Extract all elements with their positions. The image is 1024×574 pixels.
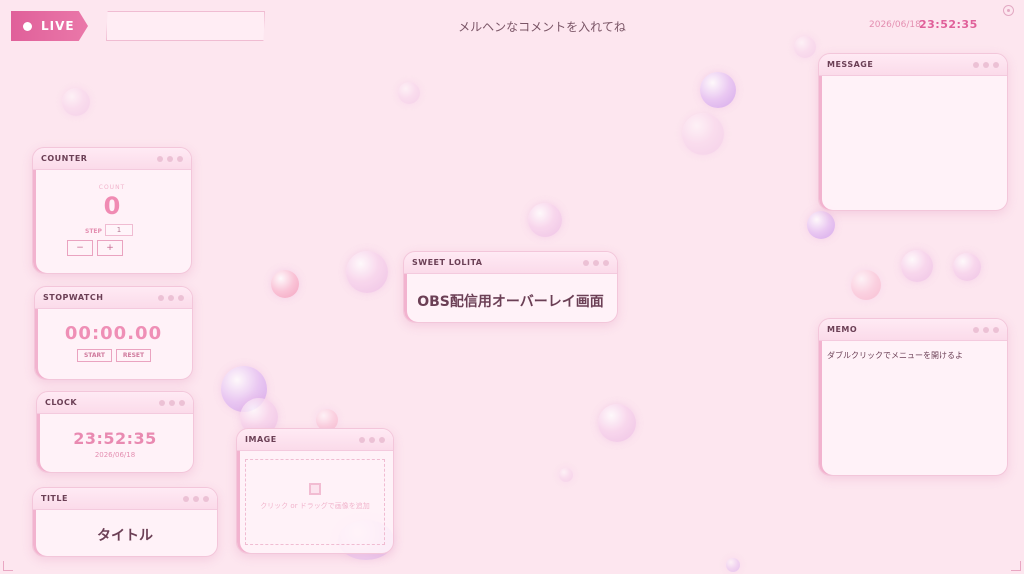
clock-date: 2026/06/18 [94, 451, 136, 459]
bubble [559, 468, 573, 482]
bubble [528, 203, 562, 237]
decrement-button[interactable]: − [67, 240, 93, 256]
bubble [62, 88, 90, 116]
bubble [598, 404, 636, 442]
image-icon [309, 483, 321, 495]
window-dots-icon[interactable] [583, 259, 609, 266]
window-dots-icon[interactable] [359, 436, 385, 443]
live-badge: LIVE [11, 11, 88, 41]
stopwatch-widget[interactable]: STOPWATCH 00:00.00 START RESET [34, 286, 193, 380]
image-titlebar[interactable]: IMAGE [237, 429, 393, 451]
ticker-bar[interactable] [106, 11, 265, 41]
memo-widget[interactable]: MEMO ダブルクリックでメニューを開けるよ [818, 318, 1008, 476]
bubble [700, 72, 736, 108]
count-label: COUNT [98, 184, 126, 191]
bubble [901, 250, 933, 282]
bubble [726, 558, 740, 572]
bubble [794, 36, 816, 58]
bubble [807, 211, 835, 239]
counter-widget[interactable]: COUNTER COUNT 0 STEP 1 − + [32, 147, 192, 274]
bubble [346, 251, 388, 293]
message-title: MESSAGE [827, 60, 874, 69]
message-body[interactable] [819, 76, 1007, 210]
message-titlebar[interactable]: MESSAGE [819, 54, 1007, 76]
sweet-lolita-text[interactable]: OBS配信用オーバーレイ画面 [404, 291, 617, 311]
sweet-lolita-widget[interactable]: SWEET LOLITA OBS配信用オーバーレイ画面 [403, 251, 618, 323]
step-label: STEP [85, 228, 102, 235]
title-widget-title: TITLE [41, 494, 68, 503]
count-value: 0 [103, 192, 121, 220]
live-dot-icon [23, 21, 32, 31]
reset-button[interactable]: RESET [116, 349, 151, 362]
stopwatch-title: STOPWATCH [43, 293, 104, 302]
corner-marker [3, 561, 13, 571]
bubble [953, 253, 981, 281]
window-dots-icon[interactable] [159, 399, 185, 406]
header-time: 23:52:35 [919, 18, 978, 31]
memo-title: MEMO [827, 325, 858, 334]
memo-text[interactable]: ダブルクリックでメニューを開けるよ [827, 350, 963, 361]
live-label: LIVE [41, 19, 75, 33]
image-widget[interactable]: IMAGE クリック or ドラッグで画像を追加 [236, 428, 394, 554]
step-input[interactable]: 1 [105, 224, 133, 236]
header-date: 2026/06/18 [869, 20, 921, 30]
counter-titlebar[interactable]: COUNTER [33, 148, 191, 170]
image-title: IMAGE [245, 435, 277, 444]
window-dots-icon[interactable] [158, 294, 184, 301]
headline-comment[interactable]: メルヘンなコメントを入れてね [300, 18, 784, 35]
stopwatch-titlebar[interactable]: STOPWATCH [35, 287, 192, 309]
sweet-lolita-titlebar[interactable]: SWEET LOLITA [404, 252, 617, 274]
window-dots-icon[interactable] [973, 61, 999, 68]
start-button[interactable]: START [77, 349, 112, 362]
window-dots-icon[interactable] [157, 155, 183, 162]
image-hint: クリック or ドラッグで画像を追加 [260, 502, 370, 510]
sweet-lolita-title: SWEET LOLITA [412, 258, 483, 267]
window-dots-icon[interactable] [183, 495, 209, 502]
corner-marker [1011, 561, 1021, 571]
gear-icon[interactable] [1003, 5, 1014, 16]
stopwatch-time: 00:00.00 [64, 323, 163, 344]
bubble [398, 82, 420, 104]
window-dots-icon[interactable] [973, 326, 999, 333]
memo-titlebar[interactable]: MEMO [819, 319, 1007, 341]
bubble [271, 270, 299, 298]
clock-title: CLOCK [45, 398, 78, 407]
increment-button[interactable]: + [97, 240, 123, 256]
title-text[interactable]: タイトル [33, 525, 217, 545]
title-widget[interactable]: TITLE タイトル [32, 487, 218, 557]
title-titlebar[interactable]: TITLE [33, 488, 217, 510]
clock-titlebar[interactable]: CLOCK [37, 392, 193, 414]
bubble [851, 270, 881, 300]
message-widget[interactable]: MESSAGE [818, 53, 1008, 211]
clock-widget[interactable]: CLOCK 23:52:35 2026/06/18 [36, 391, 194, 473]
bubble [682, 113, 724, 155]
counter-title: COUNTER [41, 154, 88, 163]
clock-time: 23:52:35 [73, 429, 157, 448]
